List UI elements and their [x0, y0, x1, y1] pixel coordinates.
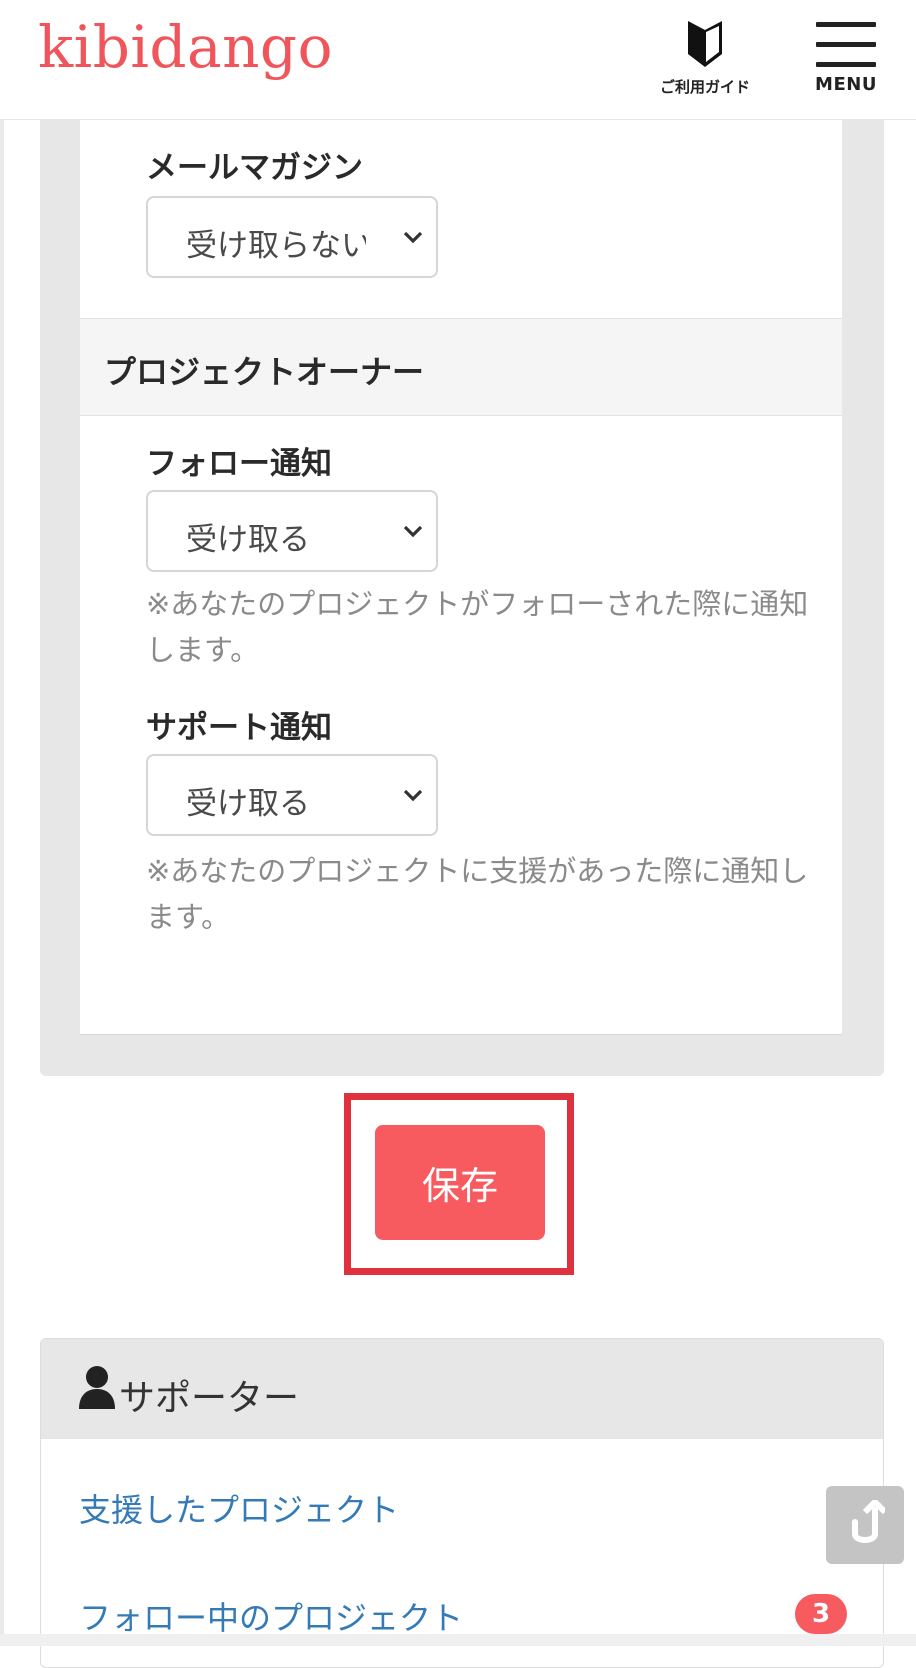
page-bottom-edge [0, 1634, 916, 1646]
support-notify-select[interactable]: 受け取る [146, 754, 438, 836]
site-header: kibidango ご利用ガイド MENU [0, 0, 916, 120]
save-button[interactable]: 保存 [375, 1125, 545, 1240]
menu-button[interactable]: MENU [808, 22, 884, 112]
site-logo[interactable]: kibidango [38, 10, 333, 85]
hamburger-icon [808, 22, 884, 67]
support-notify-label: サポート通知 [146, 710, 332, 746]
chevron-down-icon [403, 231, 423, 244]
scroll-to-top-icon [852, 1500, 885, 1543]
following-projects-link[interactable]: フォロー中のプロジェクト [79, 1593, 463, 1639]
supporter-card-header: サポーター [41, 1339, 883, 1439]
mail-magazine-label: メールマガジン [146, 150, 363, 186]
follow-notify-label: フォロー通知 [146, 446, 332, 482]
owner-section-header: プロジェクトオーナー [80, 318, 842, 416]
follow-notify-value: 受け取る [186, 522, 310, 558]
settings-form: メールマガジン 受け取らない プロジェクトオーナー フォロー通知 受け取る ※あ… [80, 120, 842, 1035]
follow-notify-note: ※あなたのプロジェクトがフォローされた際に通知します。 [146, 587, 809, 667]
user-guide-button[interactable]: ご利用ガイド [640, 18, 770, 108]
user-guide-label: ご利用ガイド [659, 78, 750, 96]
mail-magazine-select[interactable]: 受け取らない [146, 196, 438, 278]
supporter-title: サポーター [119, 1378, 300, 1419]
following-count-badge: 3 [795, 1594, 847, 1634]
owner-section-title: プロジェクトオーナー [104, 353, 425, 391]
notification-settings-panel: メールマガジン 受け取らない プロジェクトオーナー フォロー通知 受け取る ※あ… [40, 120, 884, 1076]
support-notify-value: 受け取る [186, 786, 310, 822]
follow-notify-select[interactable]: 受け取る [146, 490, 438, 572]
beginner-mark-icon [688, 21, 722, 67]
page-edge [0, 0, 4, 1646]
menu-label: MENU [815, 74, 877, 95]
chevron-down-icon [403, 789, 423, 802]
chevron-down-icon [403, 525, 423, 538]
supporter-card: サポーター 支援したプロジェクト フォロー中のプロジェクト 3 [40, 1338, 884, 1668]
scroll-to-top-button[interactable] [826, 1486, 904, 1564]
person-icon [79, 1366, 115, 1409]
supported-projects-link[interactable]: 支援したプロジェクト [79, 1485, 399, 1531]
mail-magazine-value: 受け取らない [186, 228, 366, 264]
support-notify-note: ※あなたのプロジェクトに支援があった際に通知します。 [146, 854, 809, 934]
